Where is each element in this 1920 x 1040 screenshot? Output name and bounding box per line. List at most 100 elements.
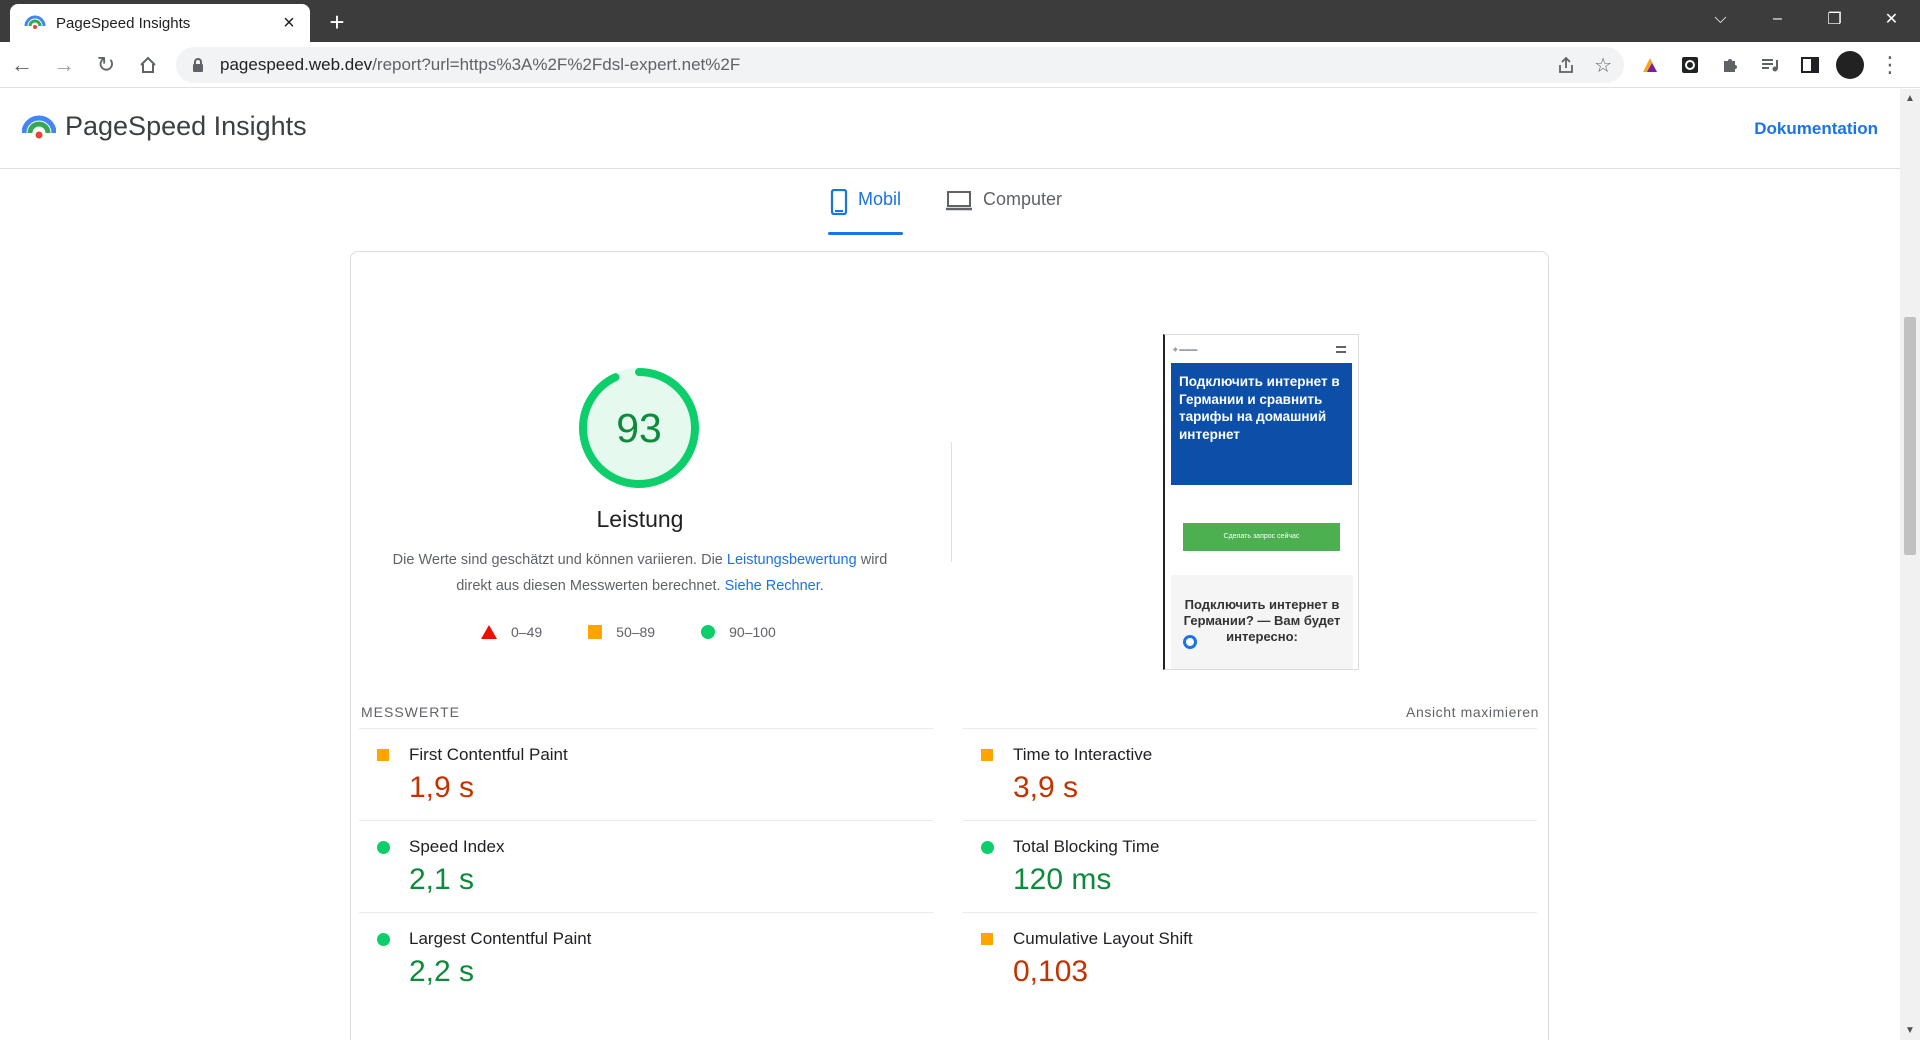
metric-name: First Contentful Paint (409, 745, 568, 764)
tab-desktop-label: Computer (983, 189, 1063, 209)
metric-cls: Cumulative Layout Shift 0,103 (963, 912, 1537, 1004)
minimize-icon[interactable]: – (1749, 10, 1806, 28)
close-window-icon[interactable]: ✕ (1863, 9, 1920, 29)
psi-header: PageSpeed Insights Dokumentation (0, 89, 1900, 169)
score-gauge: 93 (577, 366, 701, 490)
description-text-1: Die Werte sind geschätzt und können vari… (392, 552, 727, 568)
legend-poor: 0–49 (481, 624, 542, 640)
metrics-heading: MESSWERTE (361, 704, 460, 720)
metrics-header: MESSWERTE Ansicht maximieren (361, 704, 1539, 720)
legend-good: 90–100 (701, 624, 776, 640)
browser-tab[interactable]: PageSpeed Insights × (10, 4, 310, 42)
screenshot-hero: Подключить интернет в Германии и сравнит… (1171, 363, 1352, 485)
square-icon (588, 625, 603, 639)
metric-value: 1,9 s (409, 771, 475, 804)
metric-lcp: Largest Contentful Paint 2,2 s (359, 912, 933, 1004)
performance-score-link[interactable]: Leistungsbewertung (727, 552, 857, 568)
tab-mobile-label: Mobil (858, 189, 902, 209)
url-path: /report?url=https%3A%2F%2Fdsl-expert.net… (372, 55, 741, 74)
tab-mobile[interactable]: Mobil (828, 185, 904, 235)
screenshot-subsection: Подключить интернет в Германии? — Вам бу… (1171, 575, 1353, 669)
legend-poor-label: 0–49 (511, 624, 543, 640)
url-text[interactable]: pagespeed.web.dev/report?url=https%3A%2F… (220, 55, 740, 75)
performance-card: 93 Leistung Die Werte sind geschätzt und… (350, 251, 1549, 1040)
pagespeed-logo-icon (22, 115, 56, 139)
lock-icon[interactable] (190, 57, 206, 73)
score-value: 93 (616, 405, 662, 451)
page-screenshot: ◆ ▬▬▬ Подключить интернет в Германии и с… (1163, 334, 1359, 670)
menu-icon[interactable]: ⋮ (1876, 51, 1904, 79)
media-icon[interactable] (1756, 51, 1784, 79)
new-tab-icon[interactable]: + (322, 8, 352, 38)
loading-circle-icon (1183, 635, 1197, 649)
page-content: PageSpeed Insights Dokumentation Mobil C… (0, 89, 1900, 1040)
average-square-icon (377, 749, 389, 761)
circle-icon (701, 625, 716, 639)
browser-toolbar: ← → ↻ pagespeed.web.dev/report?url=https… (0, 42, 1920, 88)
star-icon[interactable]: ☆ (1594, 53, 1612, 78)
pagespeed-favicon-icon (24, 12, 46, 34)
metric-value: 0,103 (1013, 955, 1089, 988)
legend-good-label: 90–100 (729, 624, 776, 640)
restore-icon[interactable]: ❐ (1806, 9, 1863, 29)
good-circle-icon (377, 933, 390, 946)
tab-desktop[interactable]: Computer (943, 185, 1064, 235)
extension-icon[interactable] (1636, 51, 1664, 79)
device-tabs: Mobil Computer (828, 185, 1064, 235)
performance-description: Die Werte sind geschätzt und können vari… (391, 547, 889, 599)
home-icon[interactable] (128, 47, 168, 83)
legend-average: 50–89 (588, 624, 655, 640)
good-circle-icon (377, 841, 390, 854)
divider (951, 442, 952, 562)
metric-fcp: First Contentful Paint 1,9 s (359, 728, 933, 820)
calculator-link[interactable]: Siehe Rechner. (725, 578, 824, 594)
metric-value: 120 ms (1013, 863, 1112, 896)
screenshot-logo-icon: ◆ ▬▬▬ (1173, 346, 1198, 353)
avatar[interactable] (1836, 51, 1864, 79)
share-icon[interactable] (1556, 55, 1576, 75)
performance-title: Leistung (596, 506, 684, 532)
metric-name: Largest Contentful Paint (409, 929, 592, 948)
metric-tti: Time to Interactive 3,9 s (963, 728, 1537, 820)
metric-name: Speed Index (409, 837, 505, 856)
close-tab-icon[interactable]: × (278, 13, 300, 33)
average-square-icon (981, 749, 993, 761)
triangle-icon (481, 625, 497, 639)
reload-icon[interactable]: ↻ (86, 47, 126, 83)
metric-value: 2,2 s (409, 955, 475, 988)
page-scrollbar[interactable]: ▲ ▼ (1900, 89, 1920, 1040)
score-legend: 0–49 50–89 90–100 (481, 624, 776, 640)
good-circle-icon (981, 841, 994, 854)
puzzle-icon[interactable] (1716, 51, 1744, 79)
average-square-icon (981, 933, 993, 945)
scroll-down-icon[interactable]: ▼ (1905, 1025, 1915, 1036)
scrollbar-thumb[interactable] (1904, 317, 1916, 555)
address-bar[interactable]: pagespeed.web.dev/report?url=https%3A%2F… (176, 47, 1624, 83)
metric-tbt: Total Blocking Time 120 ms (963, 820, 1537, 912)
metric-name: Total Blocking Time (1013, 837, 1160, 856)
seo-extension-icon[interactable] (1676, 51, 1704, 79)
url-host: pagespeed.web.dev (220, 55, 373, 74)
sidepanel-icon[interactable] (1796, 51, 1824, 79)
profile-button[interactable] (1836, 51, 1864, 79)
scroll-up-icon[interactable]: ▲ (1905, 93, 1915, 104)
metric-name: Time to Interactive (1013, 745, 1153, 764)
window-controls: ⌵ – ❐ ✕ (1692, 0, 1920, 38)
back-icon[interactable]: ← (2, 47, 42, 83)
metric-value: 3,9 s (1013, 771, 1079, 804)
browser-tabbar: PageSpeed Insights × + ⌵ – ❐ ✕ (0, 0, 1920, 42)
tab-title: PageSpeed Insights (56, 14, 191, 32)
metric-value: 2,1 s (409, 863, 475, 896)
expand-view-toggle[interactable]: Ansicht maximieren (1406, 704, 1539, 720)
metric-name: Cumulative Layout Shift (1013, 929, 1193, 948)
metric-speed-index: Speed Index 2,1 s (359, 820, 933, 912)
tab-search-icon[interactable]: ⌵ (1692, 10, 1749, 28)
screenshot-subtext: Подключить интернет в Германии? — Вам бу… (1183, 597, 1341, 644)
legend-average-label: 50–89 (616, 624, 656, 640)
smartphone-icon (830, 189, 848, 215)
documentation-link[interactable]: Dokumentation (1754, 119, 1878, 139)
screenshot-button: Сделать запрос сейчас (1183, 523, 1340, 551)
app-title: PageSpeed Insights (65, 111, 307, 141)
forward-icon[interactable]: → (44, 47, 84, 83)
screenshot-header: ◆ ▬▬▬ (1165, 335, 1358, 363)
